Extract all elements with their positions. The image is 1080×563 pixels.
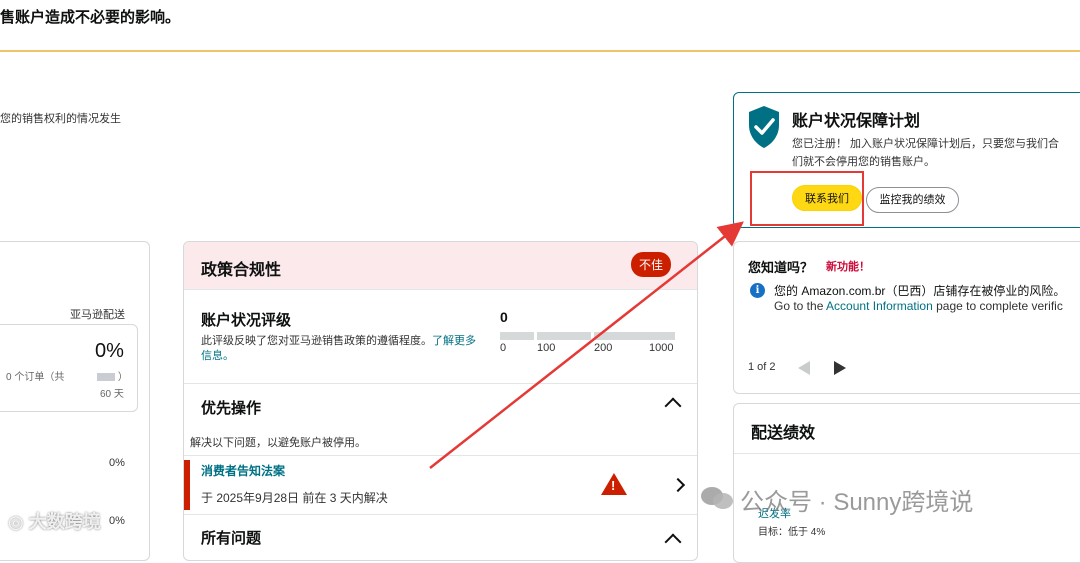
watermark-logo-icon: ◎ [8,512,29,532]
watermark-right: 公众号 · Sunny跨境说 [740,489,974,516]
watermark-left: ◎ 大数跨境 [8,508,101,534]
annotation-arrow [429,221,744,469]
wechat-logo-icon [701,487,733,509]
watermark-left-text: 大数跨境 [28,512,101,532]
